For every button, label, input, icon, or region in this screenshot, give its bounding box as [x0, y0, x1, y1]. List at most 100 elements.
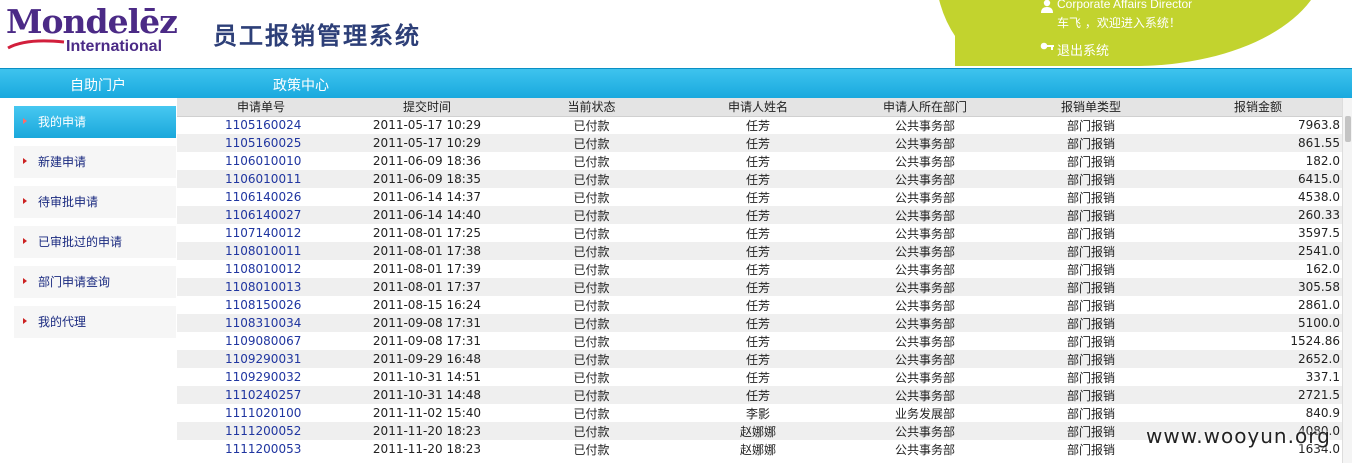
status-text: 已付款: [573, 118, 610, 133]
status: 已付款: [509, 242, 674, 260]
application-id-link[interactable]: 1108010012: [177, 260, 345, 278]
arrow-right-icon: [23, 198, 27, 204]
submit-time: 2011-09-08 17:31: [345, 314, 509, 332]
status-text: 已付款: [573, 298, 610, 313]
application-id-link[interactable]: 1106010010: [177, 152, 345, 170]
amount: 840.9: [1305, 406, 1340, 420]
column-header[interactable]: 申请人所在部门: [842, 98, 1008, 117]
status: 已付款: [509, 206, 674, 224]
table-body: 1105160024 2011-05-17 10:29 已付款 任芳 公共事务部 部门报销…: [177, 116, 1342, 458]
amount: 162.0: [1305, 262, 1340, 276]
table-row[interactable]: 1109080067 2011-09-08 17:31 已付款 任芳 公共事务部 部门报销…: [177, 332, 1342, 350]
status-text: 已付款: [573, 136, 610, 151]
table-row[interactable]: 1110240257 2011-10-31 14:48 已付款 任芳 公共事务部 部门报销…: [177, 386, 1342, 404]
application-id-link[interactable]: 1106140026: [177, 188, 345, 206]
application-id-link[interactable]: 1108010013: [177, 278, 345, 296]
report-type: 部门报销: [1066, 190, 1115, 205]
application-id-link[interactable]: 1109290031: [177, 350, 345, 368]
report-type: 部门报销: [1066, 334, 1115, 349]
sidebar-item-pending-approval[interactable]: 待审批申请: [14, 186, 176, 226]
sidebar-item-label: 我的代理: [38, 315, 87, 329]
scrollbar-thumb[interactable]: [1345, 116, 1351, 142]
report-type: 部门报销: [1066, 118, 1115, 133]
applicant-name: 任芳: [674, 170, 842, 188]
status: 已付款: [509, 170, 674, 188]
column-header[interactable]: 报销单类型: [1008, 98, 1174, 117]
column-header[interactable]: 申请人姓名: [674, 98, 842, 117]
table-row[interactable]: 1105160025 2011-05-17 10:29 已付款 任芳 公共事务部 部门报销…: [177, 134, 1342, 152]
submit-time: 2011-11-02 15:40: [372, 406, 482, 420]
application-id-link[interactable]: 1109080067: [177, 332, 345, 350]
table-row[interactable]: 1107140012 2011-08-01 17:25 已付款 任芳 公共事务部 部门报销…: [177, 224, 1342, 242]
table-row[interactable]: 1106140027 2011-06-14 14:40 已付款 任芳 公共事务部 部门报销…: [177, 206, 1342, 224]
sidebar-item-department-query[interactable]: 部门申请查询: [14, 266, 176, 306]
application-id-link[interactable]: 1105160024: [177, 116, 345, 134]
sidebar-item-label: 已审批过的申请: [38, 235, 123, 249]
application-id-link[interactable]: 1111200052: [177, 422, 345, 440]
amount: 6415.0: [1174, 170, 1342, 188]
application-id-link[interactable]: 1106140027: [177, 206, 345, 224]
applicant-department: 业务发展部: [894, 406, 955, 421]
table-row[interactable]: 1108010013 2011-08-01 17:37 已付款 任芳 公共事务部 部门报销…: [177, 278, 1342, 296]
applicant-department: 公共事务部: [842, 278, 1008, 296]
sidebar-item-label: 我的申请: [38, 115, 87, 129]
amount: 1524.86: [1290, 334, 1340, 348]
applicant-department: 公共事务部: [894, 262, 955, 277]
application-id-link[interactable]: 1109290032: [177, 368, 345, 386]
amount: 861.55: [1174, 134, 1342, 152]
submit-time: 2011-06-09 18:35: [345, 170, 509, 188]
table-row[interactable]: 1106010010 2011-06-09 18:36 已付款 任芳 公共事务部 部门报销…: [177, 152, 1342, 170]
nav-item-policy-center[interactable]: 政策中心: [273, 75, 329, 95]
application-id-link[interactable]: 1108310034: [177, 314, 345, 332]
table-row[interactable]: 1105160024 2011-05-17 10:29 已付款 任芳 公共事务部 部门报销…: [177, 116, 1342, 134]
vertical-scrollbar[interactable]: [1342, 98, 1352, 463]
status: 已付款: [509, 134, 674, 152]
applicant-name: 任芳: [745, 298, 770, 313]
status: 已付款: [509, 422, 674, 440]
applicant-name: 任芳: [745, 190, 770, 205]
application-id-link[interactable]: 1110240257: [177, 386, 345, 404]
column-header[interactable]: 当前状态: [509, 98, 674, 117]
applicant-name: 赵娜娜: [674, 422, 842, 440]
applicant-name: 任芳: [745, 334, 770, 349]
table-row[interactable]: 1111020100 2011-11-02 15:40 已付款 李影 业务发展部 部门报销…: [177, 404, 1342, 422]
applicant-department: 公共事务部: [842, 206, 1008, 224]
sidebar-item-my-proxy[interactable]: 我的代理: [14, 306, 176, 346]
sidebar-item-approved[interactable]: 已审批过的申请: [14, 226, 176, 266]
application-id-link[interactable]: 1108150026: [177, 296, 345, 314]
table-row[interactable]: 1108310034 2011-09-08 17:31 已付款 任芳 公共事务部 部门报销…: [177, 314, 1342, 332]
applicant-name: 任芳: [745, 226, 770, 241]
table-row[interactable]: 1108150026 2011-08-15 16:24 已付款 任芳 公共事务部 部门报销…: [177, 296, 1342, 314]
submit-time: 2011-10-31 14:48: [345, 386, 509, 404]
status-text: 已付款: [573, 244, 610, 259]
applications-table: 申请单号 提交时间 当前状态 申请人姓名 申请人所在部门 报销单类型 报销金额 …: [177, 98, 1342, 458]
table-row[interactable]: 1109290031 2011-09-29 16:48 已付款 任芳 公共事务部 部门报销…: [177, 350, 1342, 368]
status: 已付款: [509, 260, 674, 278]
applicant-department: 公共事务部: [894, 334, 955, 349]
table-row[interactable]: 1106010011 2011-06-09 18:35 已付款 任芳 公共事务部 部门报销…: [177, 170, 1342, 188]
table-row[interactable]: 1108010011 2011-08-01 17:38 已付款 任芳 公共事务部 部门报销…: [177, 242, 1342, 260]
application-id-link[interactable]: 1111200053: [177, 440, 345, 458]
application-id-link[interactable]: 1111020100: [177, 404, 345, 422]
application-id-link[interactable]: 1107140012: [177, 224, 345, 242]
applicant-name: 任芳: [745, 370, 770, 385]
column-header[interactable]: 申请单号: [177, 98, 345, 117]
applicant-name: 李影: [745, 406, 770, 421]
table-row[interactable]: 1106140026 2011-06-14 14:37 已付款 任芳 公共事务部 部门报销…: [177, 188, 1342, 206]
report-type: 部门报销: [1008, 386, 1174, 404]
logout-link[interactable]: 退出系统: [1057, 40, 1109, 59]
table-row[interactable]: 1108010012 2011-08-01 17:39 已付款 任芳 公共事务部 部门报销…: [177, 260, 1342, 278]
nav-item-self-service[interactable]: 自助门户: [70, 75, 126, 95]
application-id-link[interactable]: 1106010011: [177, 170, 345, 188]
column-header[interactable]: 报销金额: [1174, 98, 1342, 117]
amount: 260.33: [1174, 206, 1342, 224]
applicant-name: 赵娜娜: [739, 442, 776, 457]
table-row[interactable]: 1109290032 2011-10-31 14:51 已付款 任芳 公共事务部 部门报销…: [177, 368, 1342, 386]
application-id-link[interactable]: 1105160025: [177, 134, 345, 152]
sidebar-item-my-applications[interactable]: 我的申请: [14, 106, 176, 138]
sidebar-item-new-application[interactable]: 新建申请: [14, 146, 176, 186]
logo-subtitle: International: [66, 38, 163, 55]
column-header[interactable]: 提交时间: [345, 98, 509, 117]
application-id-link[interactable]: 1108010011: [177, 242, 345, 260]
report-type: 部门报销: [1008, 206, 1174, 224]
